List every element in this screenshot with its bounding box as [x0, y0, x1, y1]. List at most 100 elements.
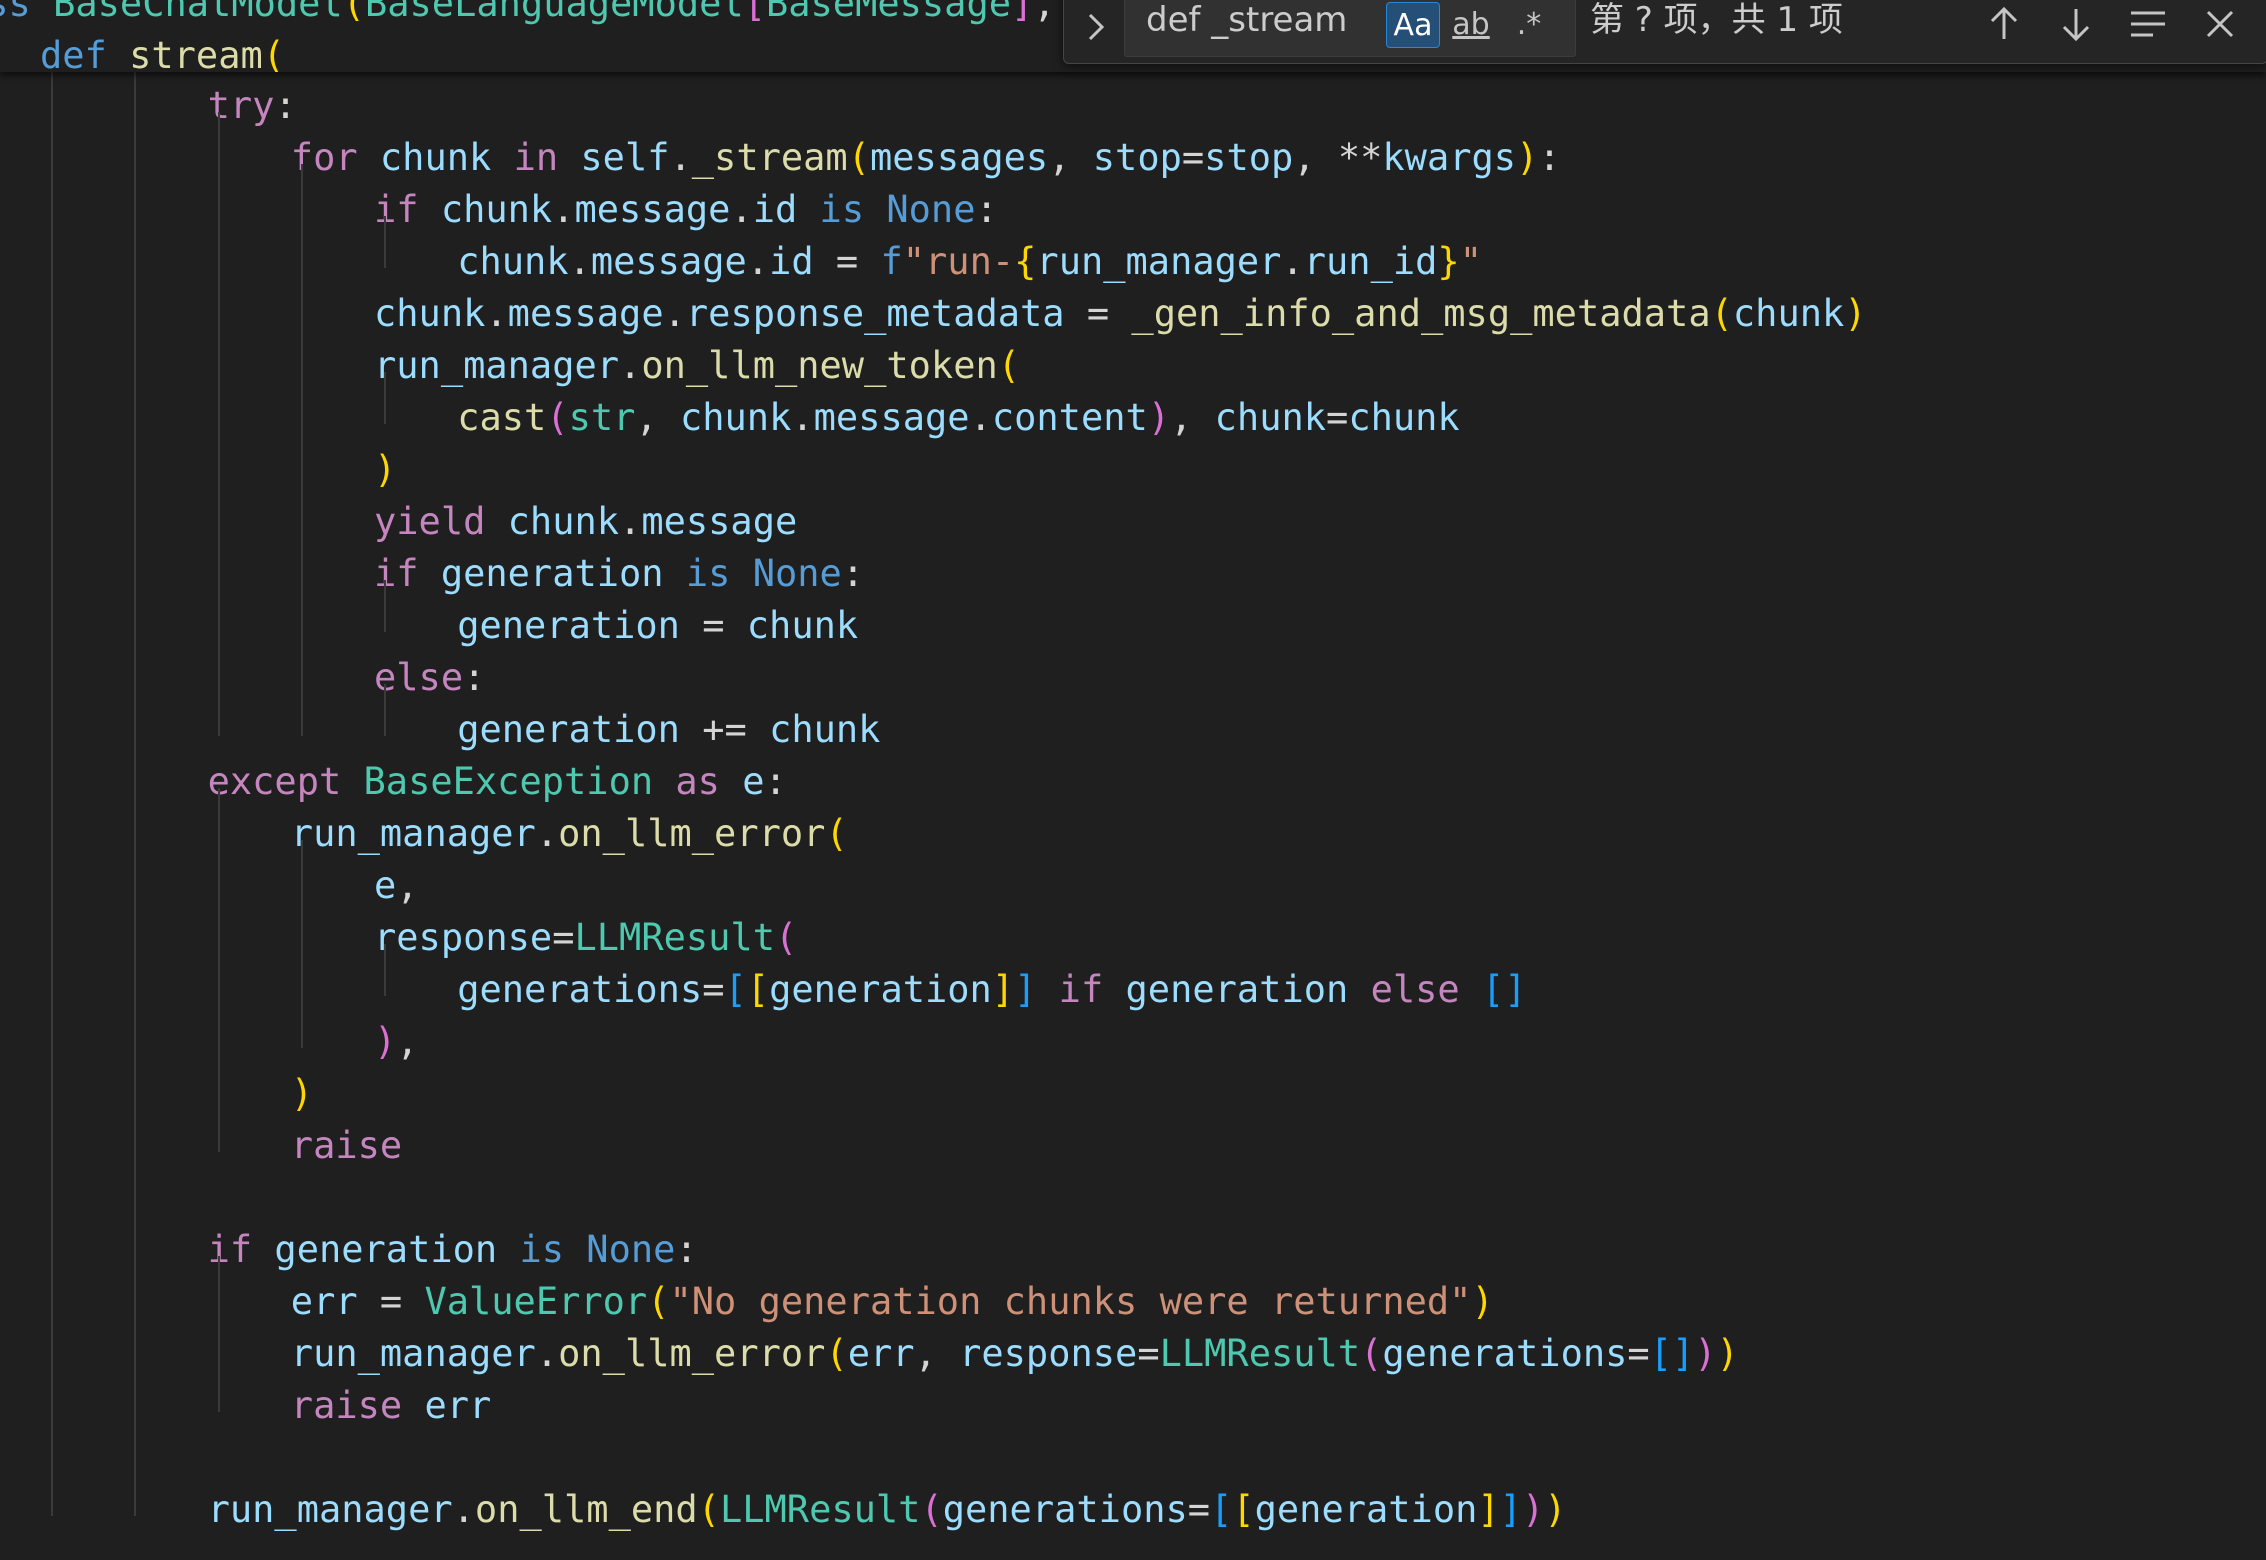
close-find-button[interactable] [2195, 0, 2245, 49]
code-token: ) [1471, 1280, 1494, 1323]
sticky-scroll-line[interactable]: def stream( [40, 30, 285, 72]
code-token: for [290, 136, 380, 179]
code-token: chunk [507, 500, 620, 543]
code-token: . [552, 188, 575, 231]
code-line[interactable]: else: [374, 652, 485, 704]
code-token: run_manager [207, 1488, 453, 1531]
code-token: : [675, 1228, 698, 1271]
code-token: "run- [902, 240, 1015, 283]
code-line[interactable]: run_manager.on_llm_new_token( [374, 340, 1020, 392]
code-token: , [396, 864, 419, 907]
code-line[interactable]: e, [374, 860, 419, 912]
code-token: ( [920, 1488, 943, 1531]
code-line[interactable]: generation = chunk [457, 600, 858, 652]
code-line[interactable]: raise [291, 1120, 402, 1172]
code-editor[interactable]: try: for chunk in self._stream(messages, … [0, 72, 2266, 1560]
code-token: generations [942, 1488, 1188, 1531]
code-token: run_manager [290, 1332, 536, 1375]
toggle-replace-button[interactable] [1082, 7, 1110, 47]
code-token: ( [774, 916, 798, 959]
code-token: None [752, 552, 842, 595]
code-token: = [1064, 292, 1132, 335]
code-line[interactable]: if generation is None: [208, 1224, 698, 1276]
code-token: ) [1147, 396, 1171, 439]
code-token: ( [546, 396, 569, 439]
code-line[interactable]: run_manager.on_llm_end(LLMResult(generat… [208, 1484, 1567, 1536]
code-line[interactable]: run_manager.on_llm_error( [291, 808, 848, 860]
code-token: [ [1232, 1488, 1255, 1531]
sticky-scroll-line[interactable]: ass BaseChatModel(BaseLanguageModel[Base… [0, 0, 1100, 30]
code-token: response [374, 916, 553, 959]
code-token: _gen_info_and_msg_metadata [1131, 292, 1711, 335]
code-line[interactable]: except BaseException as e: [208, 756, 787, 808]
code-token: message [574, 188, 731, 231]
indent-guide [217, 112, 220, 736]
previous-match-button[interactable] [1979, 0, 2029, 49]
code-token: : [764, 760, 787, 803]
code-token: kwargs [1382, 136, 1517, 179]
code-token: f [880, 240, 903, 283]
code-line[interactable]: raise err [291, 1380, 491, 1432]
code-token: { [1014, 240, 1037, 283]
code-token: generation [769, 968, 992, 1011]
code-line[interactable]: response=LLMResult( [374, 912, 797, 964]
code-token: message [590, 240, 747, 283]
code-token: id [752, 188, 820, 231]
code-token: message [507, 292, 664, 335]
code-token: run_manager [290, 812, 536, 855]
code-token: . [485, 292, 508, 335]
code-token: "No generation chunks were returned" [669, 1280, 1472, 1323]
code-token: BaseChatModel [53, 0, 343, 25]
code-line[interactable]: run_manager.on_llm_error(err, response=L… [291, 1328, 1739, 1380]
match-case-button[interactable]: Aa [1386, 2, 1440, 48]
code-token: . [730, 188, 753, 231]
code-line[interactable]: generations=[[generation]] if generation… [457, 964, 1526, 1016]
code-line[interactable]: ) [374, 444, 396, 496]
code-token: ( [997, 344, 1021, 387]
code-token: ( [342, 0, 365, 25]
indent-guide [217, 788, 220, 1152]
code-line[interactable]: if chunk.message.id is None: [374, 184, 998, 236]
code-line[interactable]: ) [291, 1068, 313, 1120]
indent-guide [384, 684, 386, 736]
code-line[interactable]: ), [374, 1016, 419, 1068]
find-in-selection-icon [2131, 11, 2165, 37]
regex-button[interactable]: .* [1502, 2, 1556, 48]
code-token: : [463, 656, 486, 699]
code-line[interactable]: try: [208, 80, 297, 132]
find-in-selection-button[interactable] [2123, 0, 2173, 49]
code-line[interactable]: yield chunk.message [374, 496, 797, 548]
code-token: _stream [691, 136, 848, 179]
code-line[interactable]: cast(str, chunk.message.content), chunk=… [457, 392, 1460, 444]
code-token: generation [274, 1228, 520, 1271]
code-token: BaseException [363, 760, 676, 803]
code-token: . [619, 500, 642, 543]
code-token: message [641, 500, 798, 543]
find-widget: def _stream Aa ab .* 第 ? 项，共 1 项 [1063, 0, 2266, 64]
code-line[interactable]: if generation is None: [374, 548, 864, 600]
code-token: LLMResult [1159, 1332, 1361, 1375]
code-token: = [1181, 136, 1205, 179]
code-token: = [813, 240, 881, 283]
code-token: def [40, 34, 130, 72]
code-token: ( [647, 1280, 670, 1323]
code-token: += [679, 708, 770, 751]
next-match-button[interactable] [2051, 0, 2101, 49]
code-token: [ [1210, 1488, 1233, 1531]
code-line[interactable]: err = ValueError("No generation chunks w… [291, 1276, 1494, 1328]
code-line[interactable]: generation += chunk [457, 704, 880, 756]
code-token: chunk [1214, 396, 1327, 439]
code-token: str [568, 396, 636, 439]
code-line[interactable]: chunk.message.response_metadata = _gen_i… [374, 288, 1867, 340]
code-token: stop [1204, 136, 1294, 179]
code-line[interactable]: for chunk in self._stream(messages, stop… [291, 132, 1561, 184]
code-token: } [1437, 240, 1460, 283]
code-token: LLMResult [574, 916, 775, 959]
code-token: generation [440, 552, 686, 595]
find-input[interactable]: def _stream [1146, 0, 1347, 41]
code-line[interactable]: chunk.message.id = f"run-{run_manager.ru… [457, 236, 1482, 288]
code-token: stop [1092, 136, 1182, 179]
match-whole-word-button[interactable]: ab [1444, 2, 1498, 48]
code-token: ) [290, 1072, 314, 1115]
code-token: [] [1481, 968, 1527, 1011]
